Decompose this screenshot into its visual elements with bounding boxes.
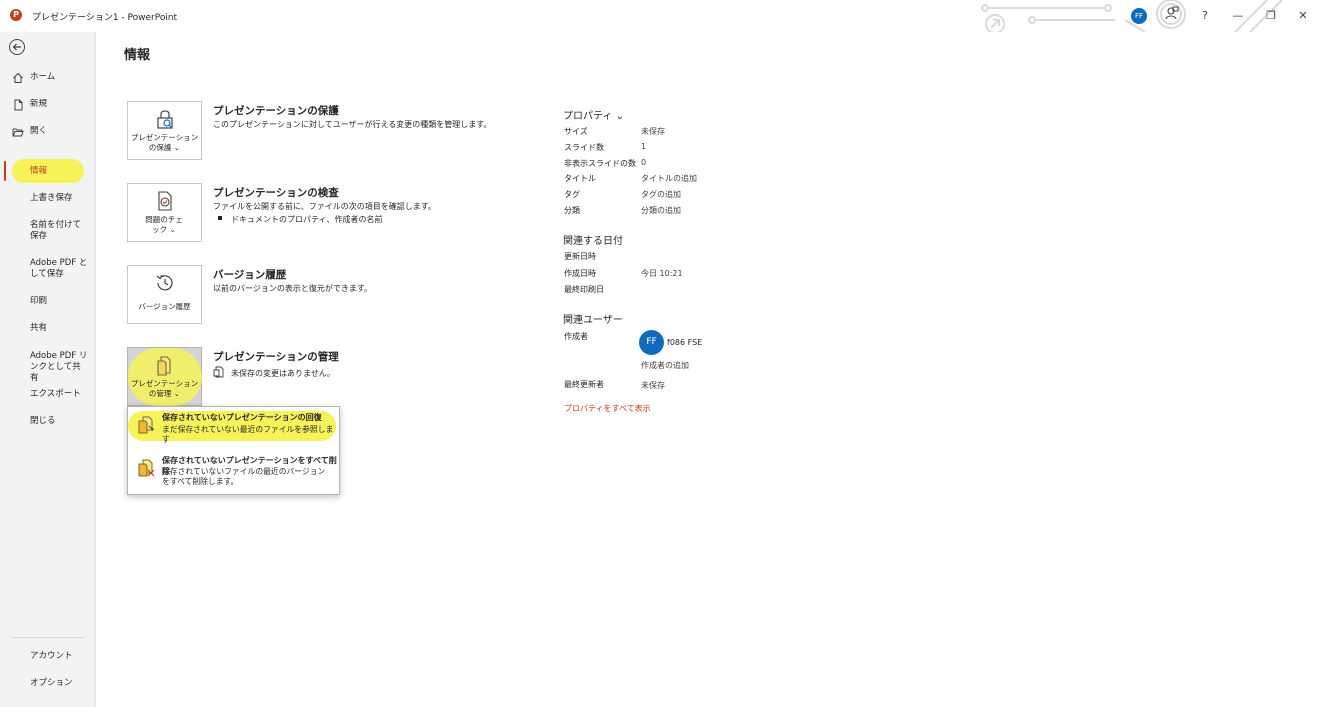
version-history-button[interactable]: バージョン履歴 (127, 265, 202, 324)
section-desc: ファイルを公開する前に、ファイルの次の項目を確認します。 (213, 202, 436, 211)
section-title: プレゼンテーションの保護 (213, 105, 339, 117)
document-check-icon (158, 191, 172, 211)
lock-magnifier-icon (157, 110, 173, 129)
prop-value: 今日 10:21 (641, 269, 683, 278)
nav-label: 開く (30, 126, 48, 136)
nav-label: Adobe PDF リンクとして共有 (30, 351, 88, 383)
section-title: プレゼンテーションの管理 (213, 351, 339, 363)
new-file-icon (14, 99, 23, 111)
protect-presentation-button[interactable]: プレゼンテーションの保護 ⌄ (127, 101, 202, 160)
prop-key: 作成日時 (564, 269, 596, 278)
folder-open-icon (12, 128, 24, 137)
prop-key: スライド数 (564, 143, 604, 152)
home-icon (13, 72, 23, 83)
prop-value: 0 (641, 158, 647, 167)
menu-item-desc: 保存されていないファイルの最近のバージョンをすべて削除します。 (162, 467, 326, 486)
author-avatar[interactable]: FF (639, 330, 664, 355)
nav-label: 新規 (30, 99, 48, 109)
prop-key: 最終更新者 (564, 380, 604, 389)
tags-field[interactable]: タグの追加 (641, 189, 681, 200)
delete-unsaved-presentations-item[interactable]: 保存されていないプレゼンテーションをすべて削除 保存されていないファイルの最近の… (128, 455, 338, 491)
categories-field[interactable]: 分類の追加 (641, 205, 681, 216)
prop-key: サイズ (564, 127, 588, 136)
section-desc: 未保存の変更はありません。 (231, 369, 335, 378)
title-bar: P プレゼンテーション1 - PowerPoint FF ? — ❐ ✕ (0, 0, 1320, 32)
title-field[interactable]: タイトルの追加 (641, 173, 697, 184)
prop-key: 更新日時 (564, 252, 596, 261)
restore-button[interactable]: ❐ (1261, 6, 1281, 26)
author-name[interactable]: f086 FSE (667, 338, 702, 347)
minimize-button[interactable]: — (1228, 6, 1248, 26)
nav-label: オプション (30, 678, 73, 688)
menu-item-desc: まだ保存されていない最近のファイルを参照します (162, 425, 334, 444)
nav-label: 名前を付けて保存 (30, 220, 82, 241)
tile-label: プレゼンテーションの保護 ⌄ (130, 133, 199, 152)
section-title: バージョン履歴 (213, 269, 287, 281)
prop-key: 作成者 (564, 332, 588, 341)
bullet-icon (218, 216, 222, 220)
history-clock-icon (156, 274, 173, 291)
back-arrow-icon[interactable] (9, 39, 25, 55)
check-issues-button[interactable]: 問題のチェック ⌄ (127, 183, 202, 242)
nav-label: 上書き保存 (30, 193, 73, 203)
properties-header[interactable]: プロパティ ⌄ (563, 107, 624, 122)
related-people-header: 関連ユーザー (563, 315, 623, 326)
related-dates-header: 関連する日付 (563, 236, 623, 247)
recover-document-icon (138, 416, 154, 434)
add-author-field[interactable]: 作成者の追加 (641, 360, 689, 371)
powerpoint-logo-icon: P (10, 9, 22, 21)
coauthor-icon[interactable] (1162, 6, 1182, 26)
account-avatar[interactable]: FF (1131, 8, 1147, 24)
document-status-icon (213, 366, 224, 378)
nav-label: Adobe PDF として保存 (30, 258, 88, 279)
prop-key: タグ (564, 190, 580, 199)
section-bullet-text: ドキュメントのプロパティ、作成者の名前 (231, 215, 383, 224)
manage-document-icon (157, 356, 171, 376)
window-title: プレゼンテーション1 - PowerPoint (32, 13, 178, 23)
show-all-properties-link[interactable]: プロパティをすべて表示 (564, 403, 651, 414)
section-desc: 以前のバージョンの表示と復元ができます。 (213, 284, 373, 293)
recover-unsaved-presentations-item[interactable]: 保存されていないプレゼンテーションの回復 まだ保存されていない最近のファイルを参… (128, 412, 338, 444)
nav-label: エクスポート (30, 389, 81, 399)
tile-label: 問題のチェック ⌄ (145, 215, 183, 234)
prop-key: タイトル (564, 174, 596, 183)
backstage-nav: ホーム 新規 開く 情報 上書き保存 名前を付けて保存 Adobe PDF とし… (0, 32, 96, 707)
delete-document-icon (138, 459, 155, 477)
prop-key: 非表示スライドの数 (564, 159, 636, 168)
close-button[interactable]: ✕ (1293, 6, 1313, 26)
prop-key: 分類 (564, 206, 580, 215)
tile-label: バージョン履歴 (138, 302, 191, 311)
nav-label: 共有 (30, 323, 48, 333)
nav-label: アカウント (30, 651, 73, 661)
nav-divider (12, 637, 84, 638)
nav-label: 情報 (30, 166, 48, 176)
help-button[interactable]: ? (1195, 6, 1215, 26)
nav-label: 閉じる (30, 416, 56, 426)
section-title: プレゼンテーションの検査 (213, 187, 339, 199)
prop-key: 最終印刷日 (564, 285, 604, 294)
menu-item-title: 保存されていないプレゼンテーションの回復 (162, 413, 322, 422)
nav-label: 印刷 (30, 296, 48, 306)
prop-value: 1 (641, 142, 647, 151)
page-title: 情報 (124, 48, 151, 63)
nav-label: ホーム (30, 72, 56, 82)
tile-label: プレゼンテーションの管理 ⌄ (130, 379, 199, 398)
prop-value: 未保存 (641, 381, 665, 390)
nav-selected-indicator (4, 161, 6, 181)
prop-value: 未保存 (641, 127, 665, 136)
section-desc: このプレゼンテーションに対してユーザーが行える変更の種類を管理します。 (213, 120, 492, 129)
